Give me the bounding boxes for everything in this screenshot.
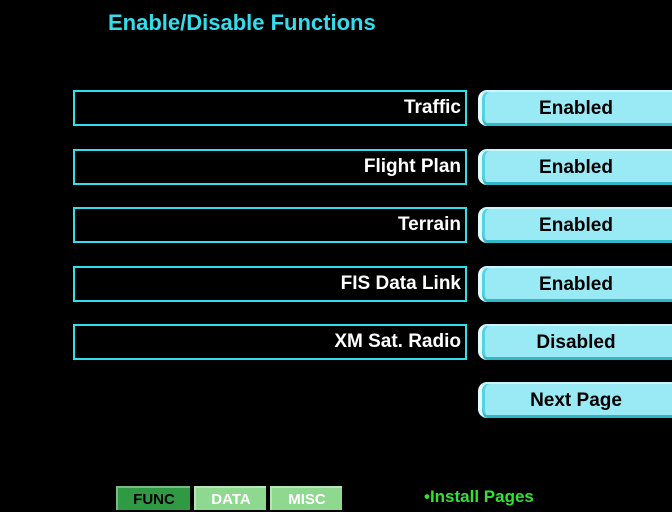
next-page-button[interactable]: Next Page: [478, 382, 672, 418]
toggle-state-label: Enabled: [539, 215, 613, 236]
next-page-label: Next Page: [530, 390, 622, 411]
flight-plan-toggle-button[interactable]: Enabled: [478, 149, 672, 185]
function-row-xm-sat-radio: XM Sat. Radio Disabled: [73, 324, 672, 362]
toggle-state-label: Enabled: [539, 98, 613, 119]
toggle-state-label: Enabled: [539, 274, 613, 295]
function-label: Terrain: [397, 214, 461, 235]
function-label: FIS Data Link: [340, 273, 461, 294]
tab-func[interactable]: FUNC: [116, 486, 190, 510]
page-group-tabs: FUNC DATA MISC: [116, 486, 342, 510]
function-label-box: Terrain: [73, 207, 467, 243]
traffic-toggle-button[interactable]: Enabled: [478, 90, 672, 126]
install-pages-label: •Install Pages: [424, 487, 534, 506]
function-list: Traffic Enabled Flight Plan Enabled Terr…: [0, 0, 672, 510]
tab-misc[interactable]: MISC: [270, 486, 342, 510]
terrain-toggle-button[interactable]: Enabled: [478, 207, 672, 243]
fis-data-link-toggle-button[interactable]: Enabled: [478, 266, 672, 302]
function-row-flight-plan: Flight Plan Enabled: [73, 149, 672, 187]
function-label-box: Traffic: [73, 90, 467, 126]
tab-data[interactable]: DATA: [194, 486, 266, 510]
xm-sat-radio-toggle-button[interactable]: Disabled: [478, 324, 672, 360]
toggle-state-label: Disabled: [536, 332, 616, 353]
function-label: XM Sat. Radio: [334, 331, 461, 352]
function-label-box: XM Sat. Radio: [73, 324, 467, 360]
toggle-state-label: Enabled: [539, 157, 613, 178]
function-label-box: Flight Plan: [73, 149, 467, 185]
function-label-box: FIS Data Link: [73, 266, 467, 302]
function-row-traffic: Traffic Enabled: [73, 90, 672, 128]
function-row-fis-data-link: FIS Data Link Enabled: [73, 266, 672, 304]
function-row-terrain: Terrain Enabled: [73, 207, 672, 245]
function-label: Traffic: [403, 97, 461, 118]
function-label: Flight Plan: [363, 156, 461, 177]
